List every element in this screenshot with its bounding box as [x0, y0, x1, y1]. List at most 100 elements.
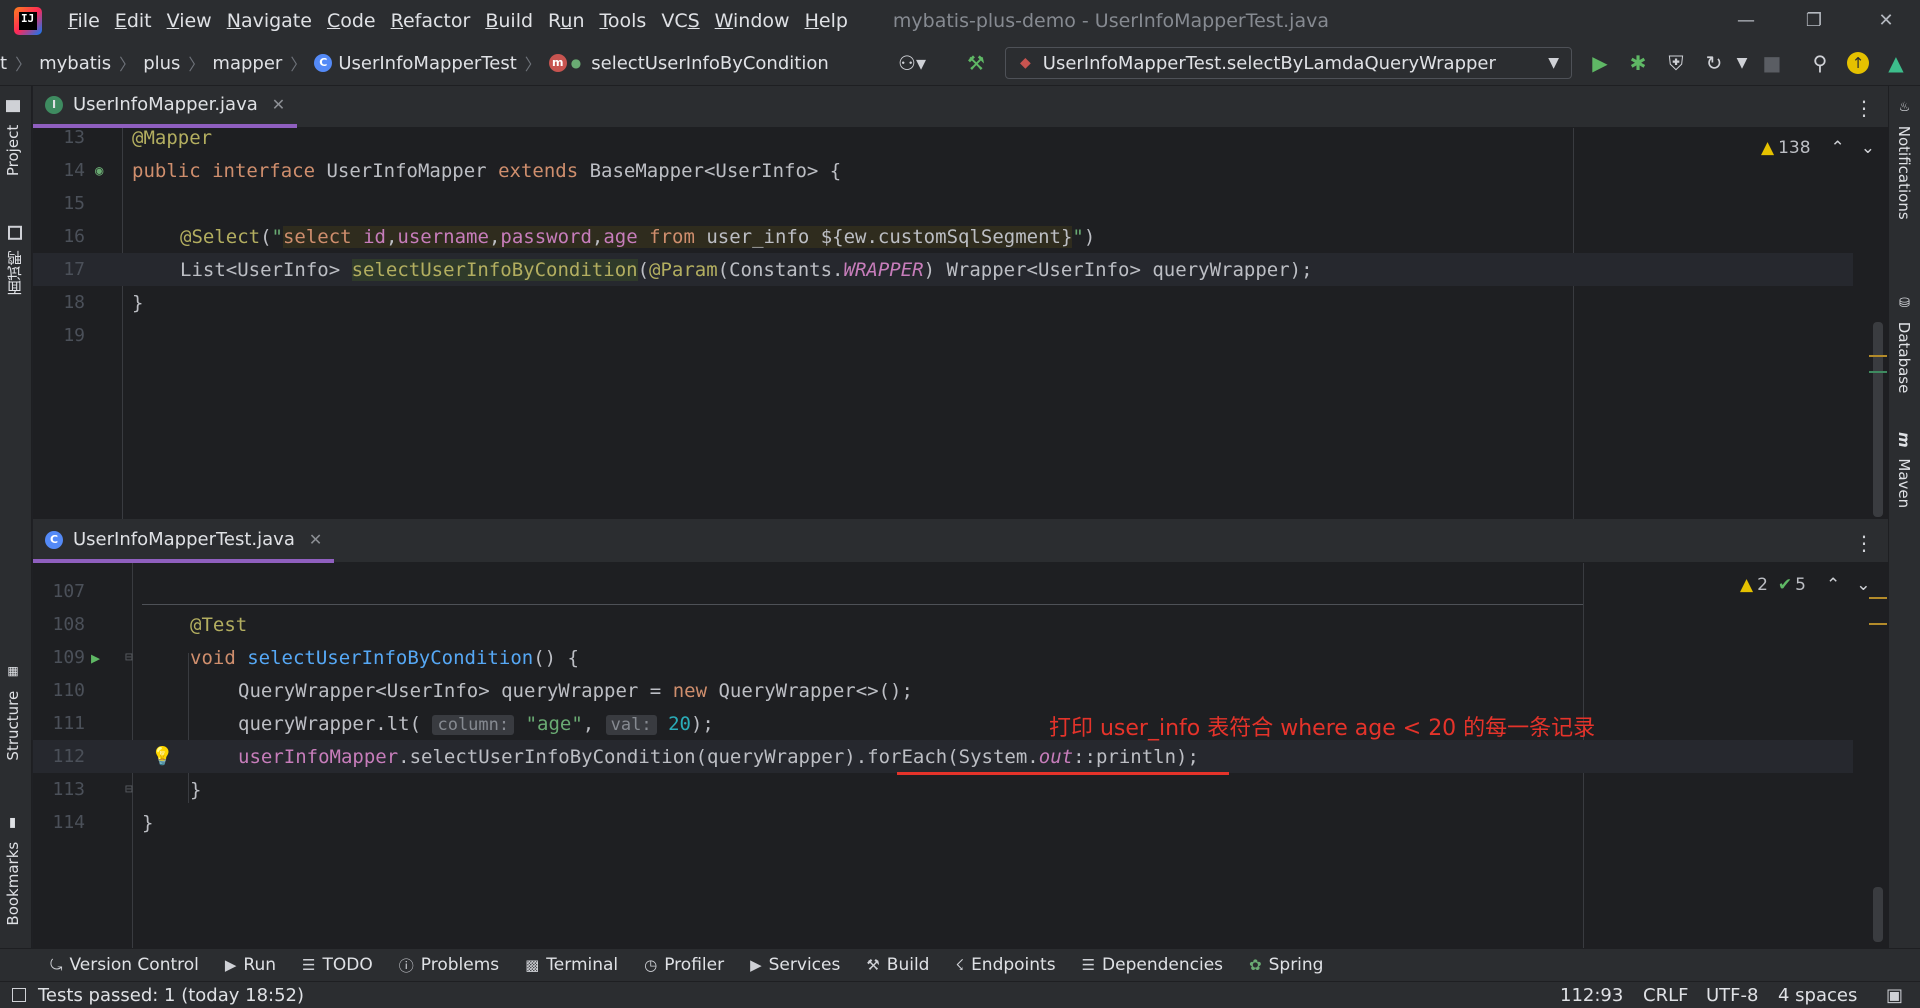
tool-tab-notifications[interactable]: ♨ Notifications: [1895, 100, 1913, 220]
menu-view[interactable]: View: [167, 10, 212, 32]
hammer-icon[interactable]: ⚒: [964, 51, 988, 75]
navigation-bar: t 〉 mybatis 〉 plus 〉 mapper 〉 C UserInfoM…: [0, 41, 1920, 86]
tool-tab-bookmarks[interactable]: Bookmarks ▮: [4, 816, 22, 926]
branch-icon: ⤿: [50, 956, 63, 974]
bookmark-icon: ▮: [5, 816, 20, 831]
file-encoding[interactable]: UTF-8: [1706, 985, 1758, 1006]
menu-code[interactable]: Code: [327, 10, 376, 32]
status-message[interactable]: Tests passed: 1 (today 18:52): [38, 985, 304, 1006]
tool-window-terminal[interactable]: ▩ Terminal: [525, 955, 618, 975]
minimize-icon[interactable]: —: [1716, 0, 1776, 41]
user-icon[interactable]: ⚇▾: [898, 51, 926, 75]
menu-refactor[interactable]: Refactor: [391, 10, 471, 32]
code-text: @Mapper: [132, 126, 213, 149]
tool-window-build[interactable]: ⚒ Build: [866, 955, 929, 975]
close-window-icon[interactable]: ✕: [1856, 0, 1916, 41]
breadcrumb-item[interactable]: t: [0, 53, 7, 74]
close-tab-icon[interactable]: ✕: [309, 530, 322, 549]
tool-window-todo[interactable]: ☰ TODO: [302, 955, 373, 975]
tool-window-problems[interactable]: ⓘ Problems: [399, 955, 499, 976]
breadcrumb-item[interactable]: plus: [143, 53, 180, 74]
coverage-icon[interactable]: ⛨: [1664, 51, 1688, 75]
menu-window[interactable]: Window: [715, 10, 790, 32]
menu-build[interactable]: Build: [485, 10, 533, 32]
stop-icon[interactable]: ■: [1760, 51, 1784, 75]
inspection-widget[interactable]: ▲ 2 ✔ 5 ⌃ ⌄: [1740, 575, 1870, 595]
services-icon: ▶: [750, 956, 762, 974]
line-number: 110: [52, 680, 85, 701]
menu-tools[interactable]: Tools: [600, 10, 647, 32]
scrollbar-thumb[interactable]: [1873, 887, 1883, 942]
intellij-logo-icon[interactable]: IJ: [14, 6, 42, 35]
code-line: 16 @Select("select id,username,password,…: [33, 220, 1853, 253]
jetbrains-ai-icon[interactable]: ▲: [1884, 51, 1908, 75]
bottom-code-area[interactable]: 107 108 @Test 109 ▶ ⊟ void selectUserInf…: [33, 563, 1888, 948]
toggle-tool-windows-icon[interactable]: [12, 988, 26, 1002]
breadcrumb-class[interactable]: C UserInfoMapperTest: [314, 53, 517, 74]
status-bar: Tests passed: 1 (today 18:52) 112:93 CRL…: [0, 981, 1920, 1008]
menu-navigate[interactable]: Navigate: [227, 10, 312, 32]
tool-window-version-control[interactable]: ⤿ Version Control: [50, 955, 199, 975]
line-number: 107: [52, 581, 85, 602]
code-text: @Test: [190, 613, 248, 636]
fold-icon[interactable]: ⊟: [125, 650, 133, 665]
run-icon: ▶: [224, 956, 237, 974]
tool-window-dependencies[interactable]: ☰ Dependencies: [1082, 955, 1223, 975]
update-icon[interactable]: ↑: [1846, 51, 1870, 75]
caret-position[interactable]: 112:93: [1560, 985, 1623, 1006]
menu-run[interactable]: Run: [548, 10, 584, 32]
interface-icon: I: [45, 95, 63, 114]
tool-window-label: Run: [243, 955, 277, 975]
line-separator[interactable]: CRLF: [1643, 985, 1688, 1006]
warning-stripe: [1869, 623, 1887, 625]
more-run-chevron-icon[interactable]: ▼: [1730, 51, 1754, 75]
chevron-up-icon[interactable]: ⌃: [1831, 138, 1845, 158]
menu-vcs[interactable]: VCS: [661, 10, 699, 32]
tool-window-run[interactable]: ▶ Run: [225, 955, 276, 975]
top-code-area[interactable]: 13 @Mapper 14 ◉ public interface UserInf…: [33, 126, 1888, 519]
code-text: userInfoMapper.selectUserInfoByCondition…: [238, 745, 1199, 768]
tool-window-profiler[interactable]: ◷ Profiler: [644, 955, 724, 975]
lock-icon[interactable]: ▣: [1886, 985, 1903, 1006]
code-text: public interface UserInfoMapper extends …: [132, 159, 842, 182]
implemented-gutter-icon[interactable]: ◉: [95, 163, 103, 179]
more-vertical-icon[interactable]: ⋮: [1854, 96, 1874, 120]
menu-file[interactable]: File: [68, 10, 100, 32]
scrollbar-thumb[interactable]: [1873, 322, 1883, 517]
indent-setting[interactable]: 4 spaces: [1778, 985, 1857, 1006]
tool-tab-maven[interactable]: m Maven: [1895, 432, 1913, 508]
chevron-down-icon[interactable]: ⌄: [1856, 575, 1870, 595]
debug-icon[interactable]: ✱: [1626, 51, 1650, 75]
breadcrumb-item[interactable]: mybatis: [39, 53, 111, 74]
run-config-selector[interactable]: ◆ UserInfoMapperTest.selectByLamdaQueryW…: [1005, 47, 1572, 79]
close-tab-icon[interactable]: ✕: [272, 95, 285, 114]
tool-window-spring[interactable]: ✿ Spring: [1249, 955, 1323, 975]
tool-tab-database[interactable]: ⛁ Database: [1895, 296, 1913, 393]
bottom-editor-tabbar: C UserInfoMapperTest.java ✕ ⋮: [33, 521, 1888, 563]
tool-window-endpoints[interactable]: ☇ Endpoints: [955, 955, 1055, 975]
method-icon: m: [548, 54, 567, 72]
restore-icon[interactable]: ❐: [1784, 0, 1844, 41]
chevron-right-icon: 〉: [290, 55, 307, 74]
menu-edit[interactable]: Edit: [115, 10, 152, 32]
menu-help[interactable]: Help: [805, 10, 848, 32]
fold-icon[interactable]: ⊟: [125, 782, 133, 797]
tool-window-services[interactable]: ▶ Services: [750, 955, 840, 975]
breadcrumb-method[interactable]: m ● selectUserInfoByCondition: [548, 53, 829, 74]
inspection-widget[interactable]: ▲ 138 ⌃ ⌄: [1761, 138, 1875, 158]
lightbulb-icon[interactable]: 💡: [151, 746, 173, 767]
tool-tab-project[interactable]: Project: [4, 100, 22, 176]
chevron-down-icon[interactable]: ⌄: [1861, 138, 1875, 158]
run-test-gutter-icon[interactable]: ▶: [91, 649, 100, 667]
profile-icon[interactable]: ↻: [1702, 51, 1726, 75]
code-line: 114 }: [33, 806, 1853, 839]
more-vertical-icon[interactable]: ⋮: [1854, 531, 1874, 555]
code-text: QueryWrapper<UserInfo> queryWrapper = ne…: [238, 679, 913, 702]
search-icon[interactable]: ⚲: [1808, 51, 1832, 75]
tool-tab-structure[interactable]: Structure ▦: [4, 666, 22, 761]
run-icon[interactable]: ▶: [1588, 51, 1612, 75]
tool-tab-interview[interactable]: 面试鸭: [4, 226, 25, 296]
breadcrumb-item[interactable]: mapper: [212, 53, 282, 74]
chevron-up-icon[interactable]: ⌃: [1826, 575, 1840, 595]
tab-userinfomappertest[interactable]: C UserInfoMapperTest.java ✕: [33, 521, 335, 563]
